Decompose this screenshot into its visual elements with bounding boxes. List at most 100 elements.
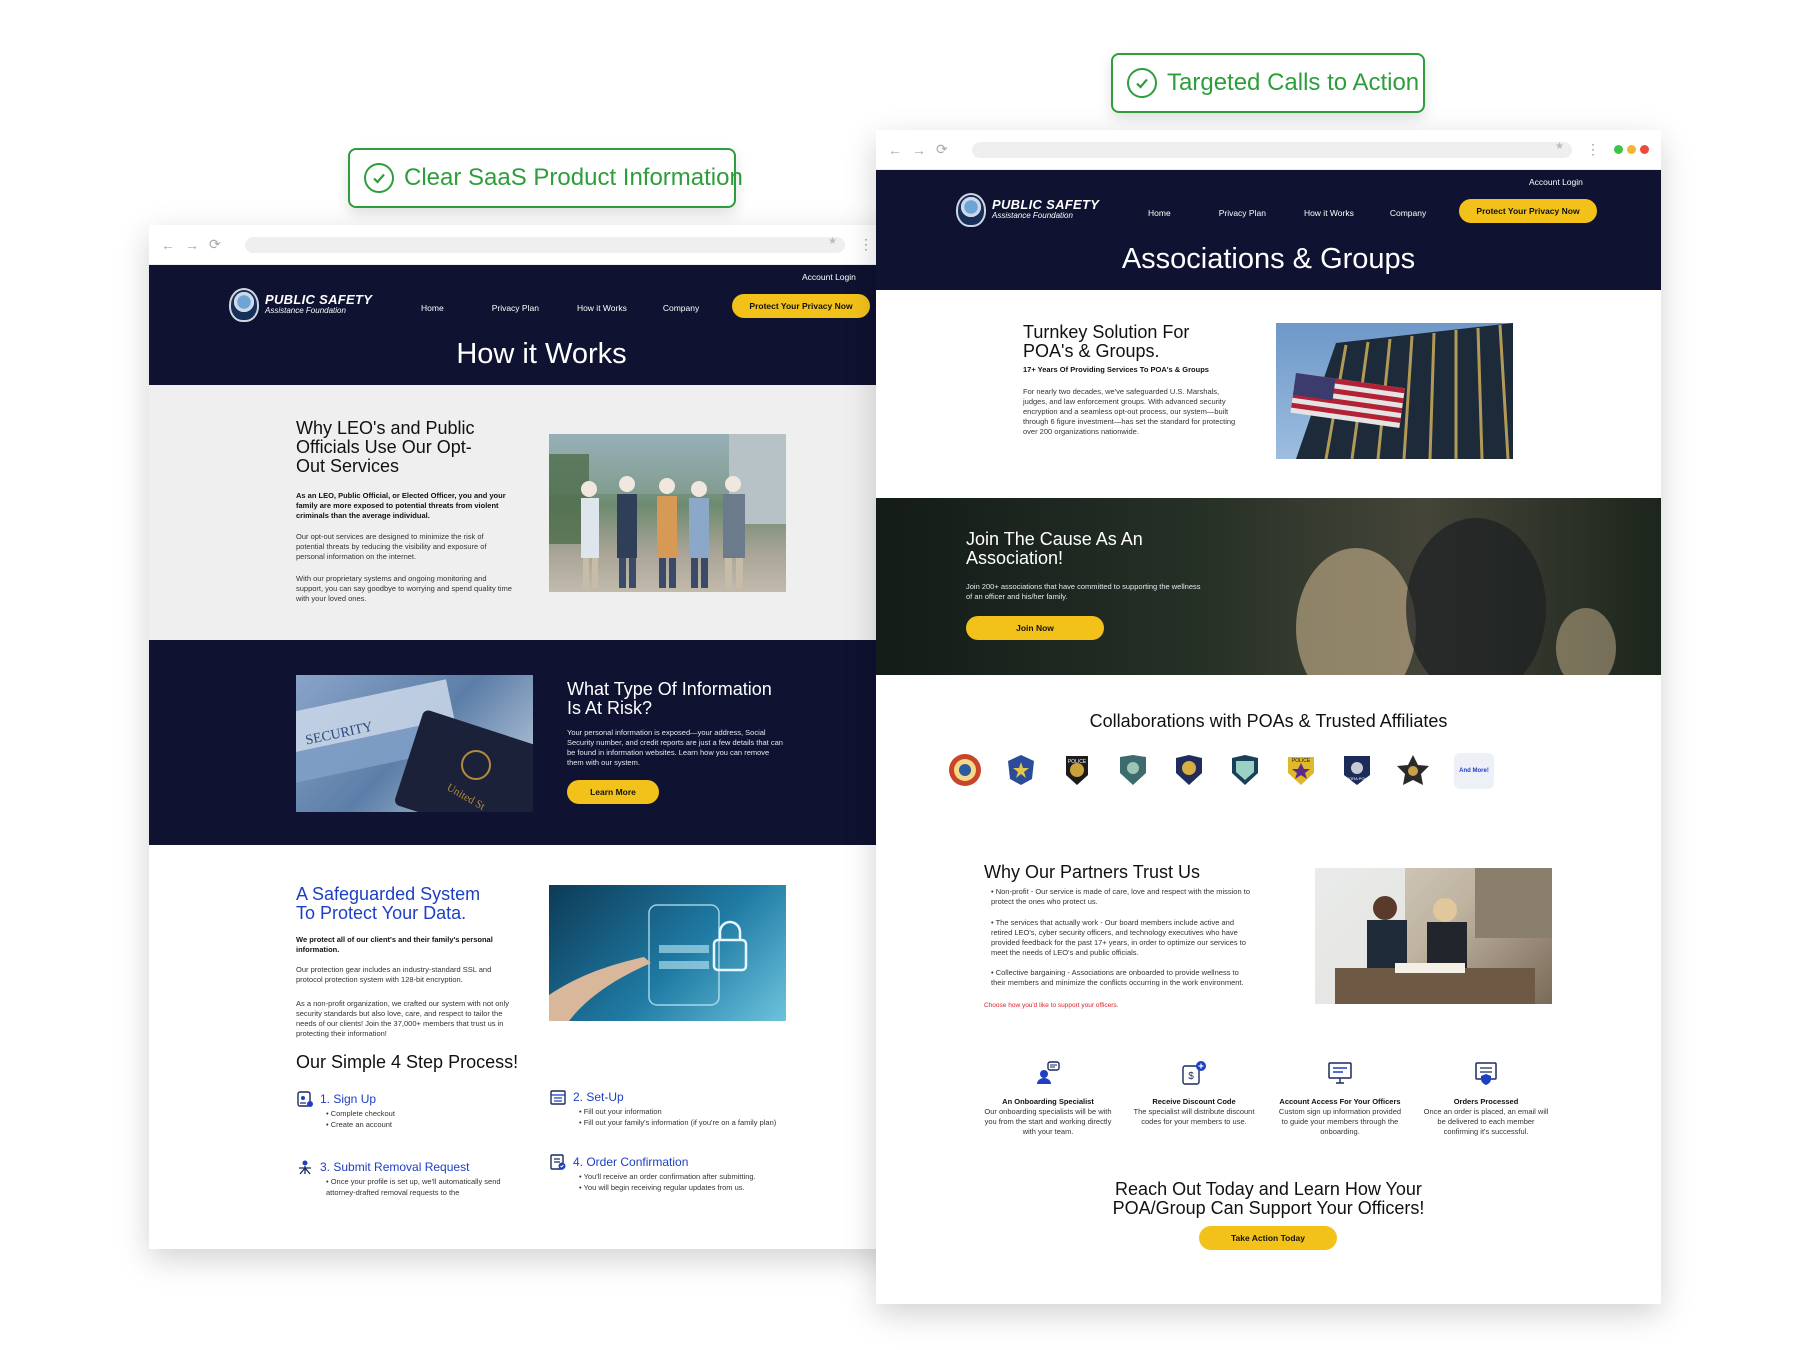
nav-privacy-plan[interactable]: Privacy Plan [1219,208,1266,218]
police-badge-icon: POLICE [1066,756,1088,785]
join-body: Join 200+ associations that have committ… [966,582,1201,601]
page-title: How it Works [456,338,627,370]
collaborations-heading: Collaborations with POAs & Trusted Affil… [1089,711,1448,731]
back-arrow-icon[interactable]: ← [161,237,175,253]
main-nav: Home Privacy Plan How it Works Company [1148,208,1426,218]
callout-label: Targeted Calls to Action [1167,69,1420,96]
safeguard-lead: We protect all of our client's and their… [296,935,493,954]
learn-more-button[interactable]: Learn More [567,780,659,804]
feature-discount: $ Receive Discount Code The specialist w… [1129,1060,1259,1127]
window-dot-red-icon[interactable] [1640,145,1649,154]
why-lead: As an LEO, Public Official, or Elected O… [296,491,506,520]
safeguard-paragraph-1: Our protection gear includes an industry… [296,965,492,984]
feature-desc: The specialist will distribute discount … [1133,1107,1255,1126]
site-header: Account Login PUBLIC SAFETY Assistance F… [149,265,934,385]
safeguard-section: A Safeguarded System To Protect Your Dat… [149,845,934,1249]
feature-account-access: Account Access For Your Officers Custom … [1275,1060,1405,1137]
step-item: You will begin receiving regular updates… [579,1182,789,1193]
brand-logo[interactable]: PUBLIC SAFETY Assistance Foundation [229,288,372,322]
shield-gold-icon [1176,755,1202,785]
address-bar[interactable] [971,141,1572,158]
support-officers-link[interactable]: Choose how you'd like to support your of… [984,1002,1118,1009]
risk-section: SECURITY United St What Type Of Informat… [149,640,934,845]
team-walking-photo [549,434,786,592]
callout-label: Clear SaaS Product Information [404,164,743,191]
step-item: Fill out your information [579,1106,779,1117]
step-title: 1. Sign Up [320,1092,377,1106]
sign-up-form-icon [297,1091,313,1107]
step-submit-removal: 3. Submit Removal Request Once your prof… [296,1158,506,1198]
trust-bullet: Non-profit - Our service is made of care… [991,887,1251,907]
feature-onboarding: An Onboarding Specialist Our onboarding … [983,1060,1113,1137]
why-paragraph-2: With our proprietary systems and ongoing… [296,574,512,603]
and-more-label: And More! [1459,768,1489,774]
reach-out-heading: Reach Out Today and Learn How Your POA/G… [1112,1179,1425,1218]
reload-icon[interactable]: ⟳ [209,236,221,253]
star-dark-icon [1397,755,1429,785]
brand-name: PUBLIC SAFETY [992,197,1100,212]
back-arrow-icon[interactable]: ← [888,142,902,158]
join-section: Join The Cause As An Association! Join 2… [876,498,1661,675]
star-badge-icon [1008,755,1034,785]
brand-logo[interactable]: PUBLIC SAFETY Assistance Foundation [956,193,1099,227]
page-title: Associations & Groups [1121,243,1416,275]
showcase-canvas: Clear SaaS Product Information Targeted … [0,0,1800,1350]
feature-desc: Custom sign up information provided to g… [1278,1107,1402,1136]
forward-arrow-icon[interactable]: → [185,237,199,253]
calendar-list-icon [550,1090,566,1105]
trust-bullet: Collective bargaining - Associations are… [991,968,1251,988]
kebab-menu-icon[interactable]: ⋮ [1586,141,1600,158]
step-title: 3. Submit Removal Request [320,1160,470,1174]
badge-text: AURORA POLICE [1341,776,1374,781]
trust-bullet: The services that actually work - Our bo… [991,918,1251,958]
forward-arrow-icon[interactable]: → [912,142,926,158]
address-bar[interactable] [244,236,845,253]
browser-toolbar: ← → ⟳ ⋮ [149,225,934,265]
nav-how-it-works[interactable]: How it Works [1304,208,1354,218]
order-check-icon [550,1154,566,1170]
account-login-link[interactable]: Account Login [802,272,856,282]
join-now-button[interactable]: Join Now [966,616,1104,640]
passport-social-security-photo: SECURITY United St [296,675,533,812]
window-dot-green-icon[interactable] [1614,145,1623,154]
step-set-up: 2. Set-Up Fill out your information Fill… [549,1088,779,1128]
account-login-link[interactable]: Account Login [1529,177,1583,187]
site-header: Account Login PUBLIC SAFETY Assistance F… [876,170,1661,290]
nav-how-it-works[interactable]: How it Works [577,303,627,313]
safeguard-paragraph-2: As a non-profit organization, we crafted… [296,999,510,1038]
protect-privacy-button[interactable]: Protect Your Privacy Now [732,294,870,318]
take-action-button[interactable]: Take Action Today [1199,1226,1337,1250]
check-circle-icon [364,163,394,193]
nav-home[interactable]: Home [421,303,444,313]
risk-body: Your personal information is exposed—you… [567,728,783,767]
shield-logo-icon [956,193,986,227]
reach-out-section: Reach Out Today and Learn How Your POA/G… [876,1170,1661,1304]
trust-heading: Why Our Partners Trust Us [984,862,1201,882]
and-more-tile[interactable]: And More! [1454,753,1494,789]
feature-title: Orders Processed [1453,1097,1519,1106]
nav-company[interactable]: Company [663,303,699,313]
check-circle-icon [1127,68,1157,98]
step-sign-up: 1. Sign Up Complete checkout Create an a… [296,1090,506,1130]
window-dot-yellow-icon[interactable] [1627,145,1636,154]
nav-home[interactable]: Home [1148,208,1171,218]
nav-privacy-plan[interactable]: Privacy Plan [492,303,539,313]
features-section: An Onboarding Specialist Our onboarding … [876,1060,1661,1170]
brand-name: PUBLIC SAFETY [265,292,373,307]
step-title: 2. Set-Up [573,1090,624,1104]
step-item: Once your profile is set up, we'll autom… [326,1176,506,1198]
step-item: Fill out your family's information (if y… [579,1117,779,1128]
svg-text:$: $ [1188,1071,1194,1082]
reload-icon[interactable]: ⟳ [936,141,948,158]
digital-lock-photo [549,885,786,1021]
office-meeting-photo [1315,868,1552,1004]
nav-company[interactable]: Company [1390,208,1426,218]
protect-privacy-button[interactable]: Protect Your Privacy Now [1459,199,1597,223]
seal-red-icon [949,754,981,786]
skyscraper-flag-photo [1276,323,1513,459]
kebab-menu-icon[interactable]: ⋮ [859,236,873,253]
discount-code-icon: $ [1182,1061,1206,1085]
monitor-list-icon [1328,1062,1352,1084]
feature-desc: Our onboarding specialists will be with … [984,1107,1112,1136]
callout-targeted-cta: Targeted Calls to Action [1111,53,1425,113]
